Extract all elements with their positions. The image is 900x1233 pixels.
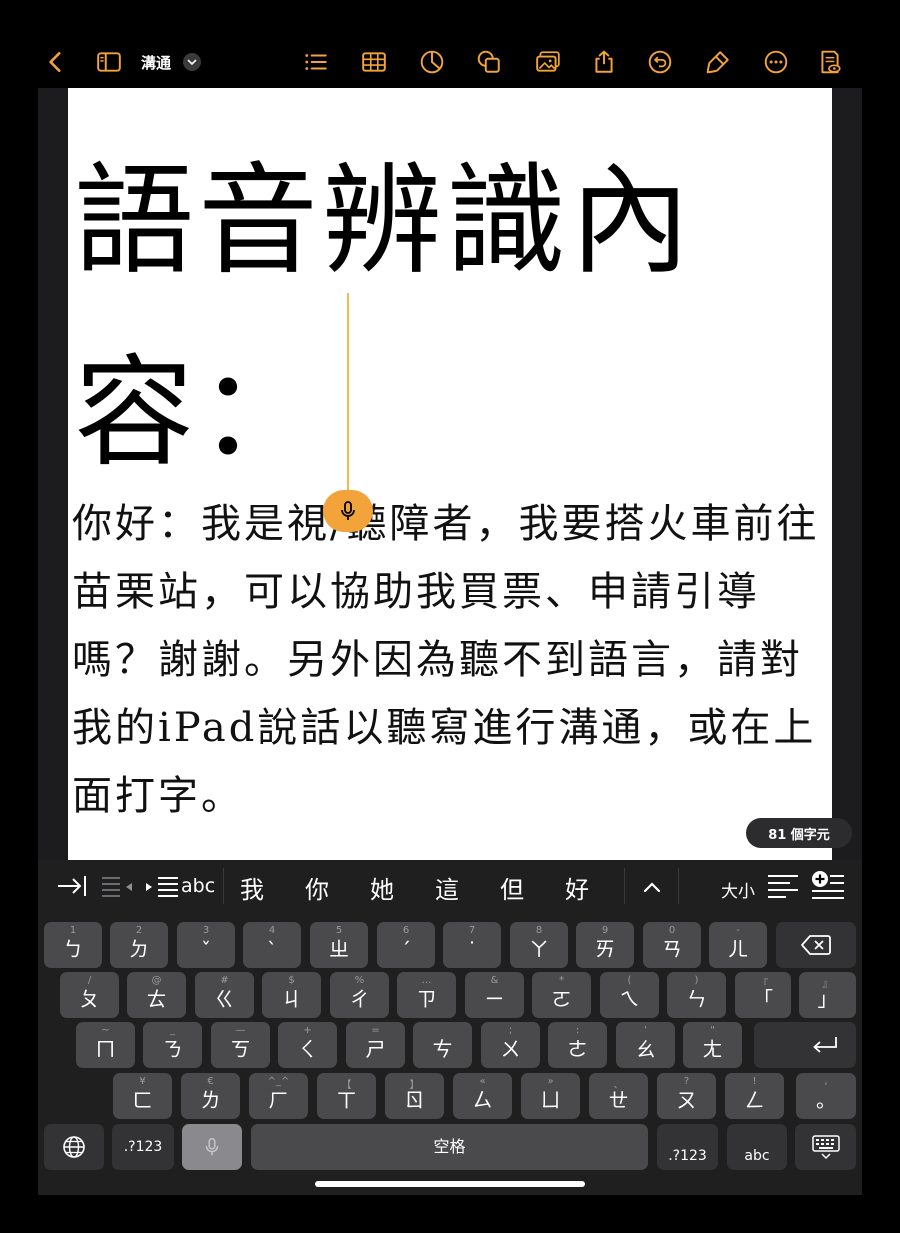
key[interactable]: 2ㄉ <box>110 922 168 968</box>
key[interactable]: ¥ ㄈ <box>113 1073 172 1119</box>
outdent-list-icon[interactable] <box>100 874 134 900</box>
document-body[interactable]: 你好：我是視/聽障者，我要搭火車前往苗栗站，可以協助我買票、申請引導嗎？謝謝。另… <box>72 490 832 830</box>
indent-icon[interactable] <box>56 872 88 900</box>
reading-view-icon[interactable] <box>816 48 844 76</box>
font-size-button[interactable]: 大小 <box>721 877 755 902</box>
key[interactable]: 8ㄚ <box>510 922 568 968</box>
key[interactable]: ~ ㄇ <box>76 1022 135 1068</box>
separator <box>678 868 679 904</box>
suggestion-candidate[interactable]: 但 <box>500 870 524 905</box>
key[interactable]: ' ㄠ <box>616 1022 675 1068</box>
key[interactable]: $ ㄐ <box>262 972 321 1018</box>
key[interactable]: … ㄗ <box>397 972 456 1018</box>
key[interactable]: ) ㄣ <box>667 972 726 1018</box>
suggestion-candidate[interactable]: 你 <box>305 870 329 905</box>
insert-icon[interactable] <box>810 870 846 902</box>
key[interactable]: / ㄆ <box>60 972 119 1018</box>
key[interactable]: ? ㄡ <box>657 1073 716 1119</box>
suggestion-candidate[interactable]: 這 <box>435 870 459 905</box>
key[interactable]: % ㄔ <box>330 972 389 1018</box>
text-cursor <box>347 293 349 493</box>
undo-icon[interactable] <box>646 48 674 76</box>
key[interactable]: 【ㄒ <box>317 1073 376 1119</box>
chart-icon[interactable] <box>418 48 446 76</box>
shapes-icon[interactable] <box>475 48 503 76</box>
dictation-key[interactable] <box>182 1124 242 1170</box>
home-indicator[interactable] <box>315 1181 585 1187</box>
key[interactable]: 6ˊ <box>377 922 435 968</box>
key[interactable]: 3ˇ <box>177 922 235 968</box>
table-icon[interactable] <box>360 48 388 76</box>
expand-candidates-chevron-icon[interactable] <box>640 876 664 898</box>
document-title[interactable]: 溝通 <box>141 52 171 73</box>
return-key[interactable] <box>754 1022 856 1068</box>
key[interactable]: 4ˋ <box>243 922 301 968</box>
hide-keyboard-key[interactable] <box>795 1124 856 1170</box>
key[interactable]: * ㄛ <box>532 972 591 1018</box>
share-icon[interactable] <box>590 48 618 76</box>
return-icon <box>813 1037 837 1053</box>
numbers-key[interactable]: .?123 <box>657 1124 718 1170</box>
key[interactable]: " ㄤ <box>683 1022 742 1068</box>
microphone-icon <box>205 1138 219 1156</box>
delete-key[interactable] <box>776 922 856 968</box>
key[interactable]: + ㄑ <box>278 1022 337 1068</box>
abc-toggle[interactable]: abc <box>181 875 215 897</box>
key[interactable]: € ㄌ <box>181 1073 240 1119</box>
key[interactable]: :ㄜ <box>548 1022 607 1068</box>
key[interactable]: 0ㄢ <box>643 922 701 968</box>
key[interactable]: ! ㄥ <box>725 1073 784 1119</box>
numbers-key[interactable]: .?123 <box>112 1124 174 1170</box>
suggestion-candidate[interactable]: 我 <box>240 870 264 905</box>
dictation-mic-icon[interactable] <box>323 490 373 532</box>
key[interactable]: # ㄍ <box>195 972 254 1018</box>
key[interactable]: 、ㄝ <box>589 1073 648 1119</box>
keyboard-dismiss-icon <box>811 1135 840 1160</box>
separator <box>624 868 625 904</box>
toolbar: 溝通 <box>0 0 900 88</box>
key[interactable]: «ㄙ <box>453 1073 512 1119</box>
key[interactable]: _ ㄋ <box>143 1022 202 1068</box>
key[interactable]: » ㄩ <box>521 1073 580 1119</box>
media-icon[interactable] <box>534 48 562 76</box>
key[interactable]: ㄘ <box>413 1022 472 1068</box>
back-chevron-icon[interactable] <box>42 48 70 76</box>
key[interactable]: — ㄎ <box>211 1022 270 1068</box>
key[interactable]: 】ㄖ <box>385 1073 444 1119</box>
more-icon[interactable] <box>762 48 790 76</box>
document-page[interactable]: 語音辨識內容： 你好：我是視/聽障者，我要搭火車前往苗栗站，可以協助我買票、申請… <box>68 88 832 860</box>
indent-list-icon[interactable] <box>144 874 180 900</box>
key[interactable]: 1ㄅ <box>44 922 102 968</box>
title-menu-chevron-icon[interactable] <box>183 53 201 71</box>
align-icon[interactable] <box>766 872 800 902</box>
separator <box>223 868 224 904</box>
format-brush-icon[interactable] <box>704 48 732 76</box>
backspace-icon <box>801 935 831 955</box>
key[interactable]: ^_^ ㄏ <box>249 1073 308 1119</box>
key[interactable]: & ㄧ <box>465 972 524 1018</box>
key[interactable]: ; ㄨ <box>481 1022 540 1068</box>
key[interactable]: 』」 <box>799 972 856 1018</box>
key[interactable]: = ㄕ <box>346 1022 405 1068</box>
key[interactable]: 9ㄞ <box>576 922 634 968</box>
document-heading[interactable]: 語音辨識內容： <box>74 126 794 510</box>
key[interactable]: 7 ˙ <box>443 922 501 968</box>
abc-key[interactable]: abc <box>727 1124 787 1170</box>
sidebar-icon[interactable] <box>95 48 123 76</box>
character-count-badge: 81 個字元 <box>746 818 852 848</box>
key[interactable]: 『「 <box>735 972 791 1018</box>
suggestion-candidate[interactable]: 她 <box>370 870 394 905</box>
globe-icon <box>63 1136 85 1158</box>
globe-key[interactable] <box>44 1124 104 1170</box>
list-icon[interactable] <box>302 48 330 76</box>
key[interactable]: ,。 <box>796 1073 856 1119</box>
key[interactable]: (ㄟ <box>600 972 659 1018</box>
space-key[interactable]: 空格 <box>251 1124 648 1170</box>
key[interactable]: @ ㄊ <box>127 972 186 1018</box>
key[interactable]: 5ㄓ <box>310 922 368 968</box>
key[interactable]: -ㄦ <box>709 922 767 968</box>
suggestion-candidate[interactable]: 好 <box>565 870 589 905</box>
